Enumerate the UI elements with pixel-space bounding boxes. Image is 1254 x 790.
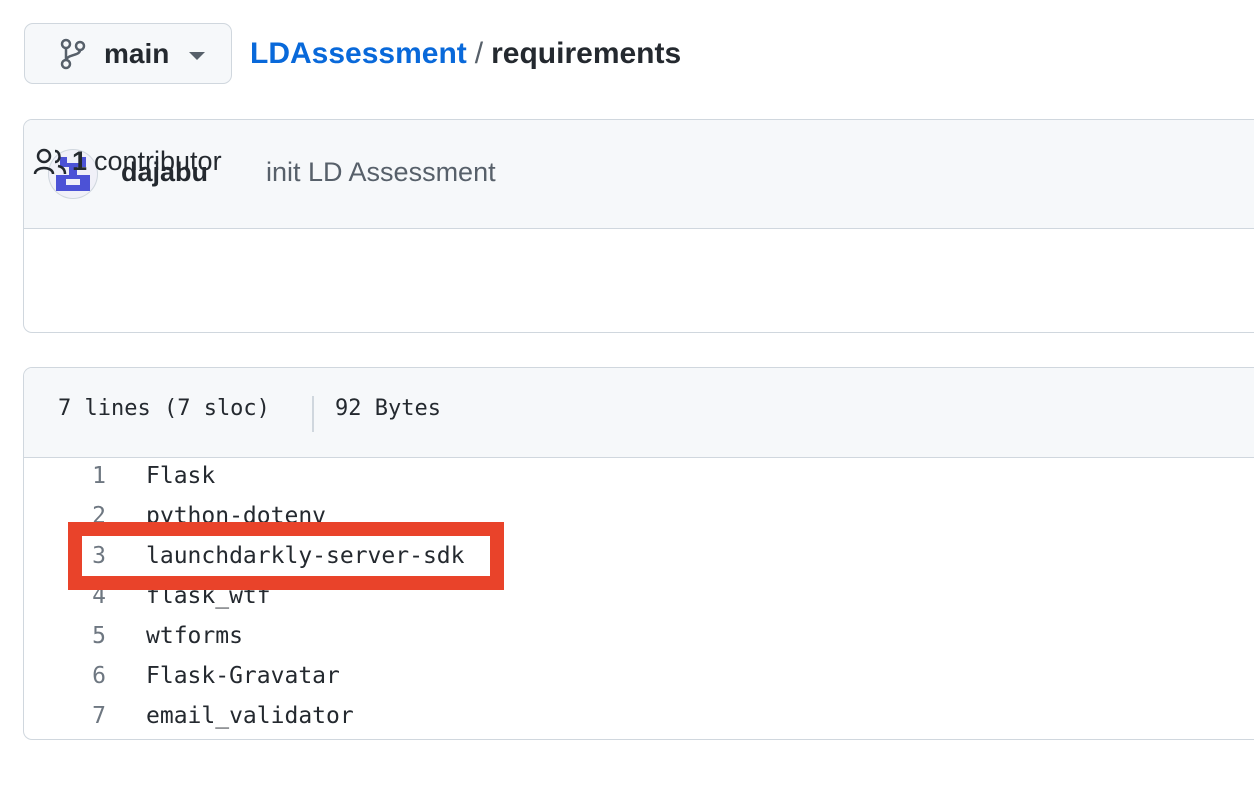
people-icon [33, 146, 67, 183]
line-number[interactable]: 2 [24, 503, 106, 529]
code-line: 7 email_validator [24, 703, 1224, 739]
line-number[interactable]: 4 [24, 583, 106, 609]
file-info-divider [312, 396, 314, 432]
line-number[interactable]: 7 [24, 703, 106, 729]
line-content: wtforms [146, 623, 243, 649]
file-size: 92 Bytes [335, 396, 441, 421]
code-line: 5 wtforms [24, 623, 1224, 663]
commit-message[interactable]: init LD Assessment [266, 157, 496, 188]
git-branch-icon [60, 38, 86, 70]
code-line: 1 Flask [24, 463, 1224, 503]
file-info-header: 7 lines (7 sloc) 92 Bytes [24, 368, 1254, 458]
line-content: Flask-Gravatar [146, 663, 340, 689]
code-line: 2 python-dotenv [24, 503, 1224, 543]
file-line-count: 7 lines (7 sloc) [58, 396, 270, 421]
file-viewer: 7 lines (7 sloc) 92 Bytes 1 Flask 2 pyth… [23, 367, 1254, 740]
line-number[interactable]: 6 [24, 663, 106, 689]
contributor-count: 1 [72, 146, 88, 176]
contributor-label[interactable]: contributor [94, 146, 222, 177]
line-number[interactable]: 5 [24, 623, 106, 649]
code-line: 4 flask_wtf [24, 583, 1224, 623]
line-content: flask_wtf [146, 583, 271, 609]
line-number[interactable]: 3 [24, 543, 106, 569]
breadcrumb-file-name: requirements [491, 37, 682, 70]
caret-down-icon [189, 51, 206, 60]
breadcrumb: LDAssessment / requirements [250, 34, 681, 74]
line-content: launchdarkly-server-sdk [146, 543, 465, 569]
breadcrumb-repo-link[interactable]: LDAssessment [250, 37, 467, 70]
branch-select-button[interactable]: main [24, 23, 232, 84]
line-content: python-dotenv [146, 503, 327, 529]
line-content: Flask [146, 463, 216, 489]
line-content: email_validator [146, 703, 354, 729]
code-line: 6 Flask-Gravatar [24, 663, 1224, 703]
line-number[interactable]: 1 [24, 463, 106, 489]
branch-name: main [104, 37, 170, 69]
breadcrumb-separator: / [474, 37, 484, 70]
code-line: 3 launchdarkly-server-sdk [24, 543, 1224, 583]
